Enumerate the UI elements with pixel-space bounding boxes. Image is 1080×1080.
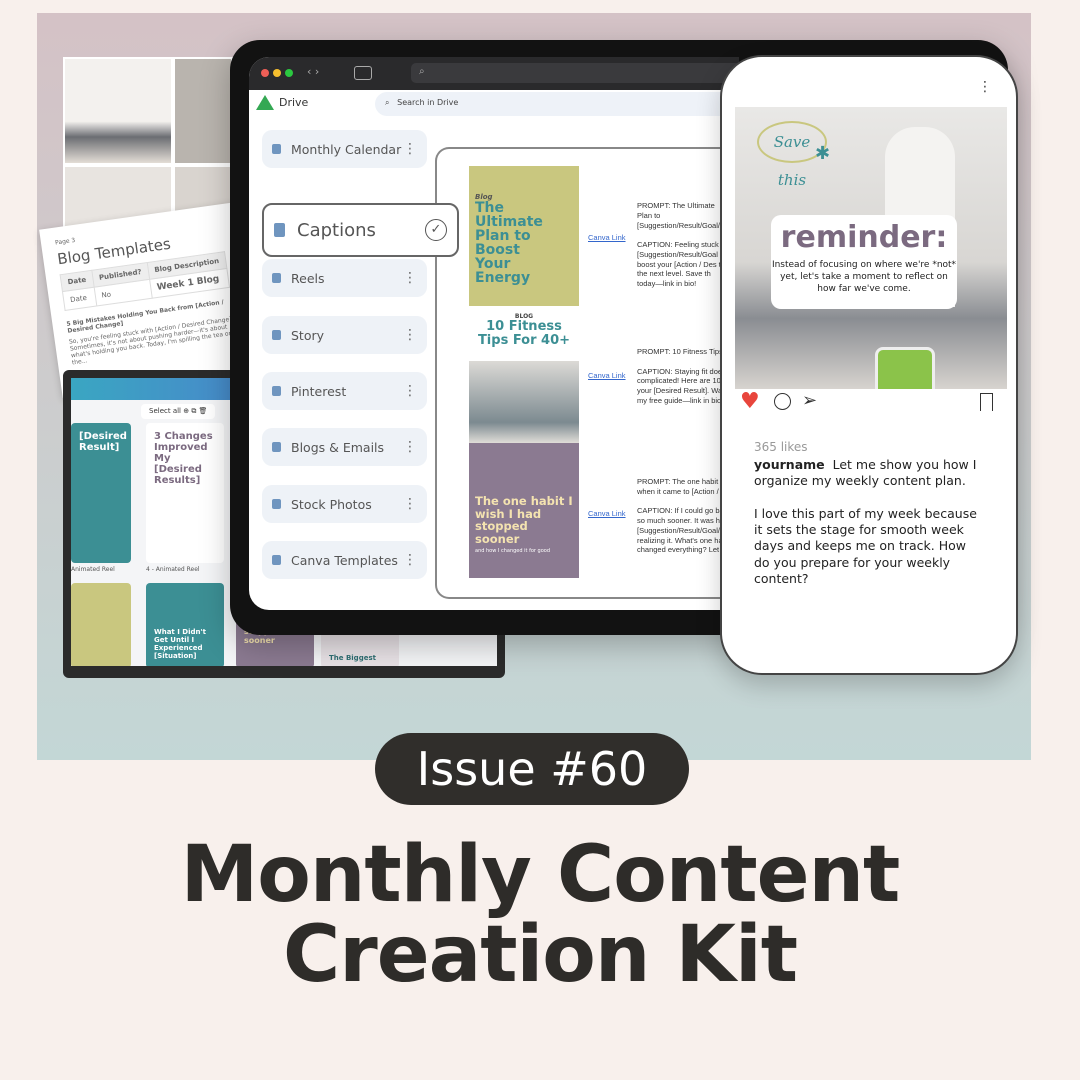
- headline-line: Creation Kit: [282, 910, 798, 1000]
- caption-text: CAPTION: Feeling stuck [Suggestion/Resul…: [637, 240, 725, 288]
- canva-link[interactable]: Canva Link: [588, 233, 626, 242]
- doc-icon: [272, 386, 281, 396]
- doc-icon: [272, 273, 281, 283]
- back-forward-icon[interactable]: ‹ ›: [307, 65, 319, 78]
- post-caption: yourname Let me show you how I organize …: [754, 457, 984, 587]
- comment-icon[interactable]: [774, 393, 791, 410]
- design-card[interactable]: What I Didn't Get Until I Experienced [S…: [146, 583, 224, 666]
- folder-blogs-emails[interactable]: Blogs & Emails ⋮: [262, 428, 427, 466]
- more-options-icon[interactable]: ⋮: [978, 79, 992, 95]
- card-title: What I Didn't Get Until I Experienced [S…: [154, 628, 206, 660]
- issue-number: Issue #60: [416, 742, 648, 796]
- doc-icon: [272, 330, 281, 340]
- more-options-icon[interactable]: ⋮: [403, 141, 417, 157]
- prompt-text: PROMPT: The one habit when it came to [A…: [637, 477, 719, 496]
- more-options-icon[interactable]: ⋮: [403, 383, 417, 399]
- address-bar[interactable]: ⌕: [411, 63, 739, 83]
- thumbnail-one-habit[interactable]: The one habit I wish I had stopped soone…: [469, 443, 579, 578]
- folder-label: Blogs & Emails: [291, 439, 385, 455]
- caption-line: I love this part of my week because it s…: [754, 505, 977, 586]
- username[interactable]: yourname: [754, 457, 825, 472]
- doc-icon: [272, 144, 281, 154]
- smoothie-glass: [875, 347, 935, 389]
- search-input[interactable]: ⌕ Search in Drive: [375, 92, 735, 116]
- instagram-post-image: Save this ✱ reminder: Instead of focusin…: [735, 107, 1007, 389]
- card-title: [Desired Result]: [79, 431, 127, 453]
- folder-monthly-calendar[interactable]: Monthly Calendar ⋮: [262, 130, 427, 168]
- blog-template-page: Page 3 Blog Templates Date Published? Blog…: [39, 201, 261, 399]
- design-card[interactable]: [71, 583, 131, 666]
- folder-canva-templates[interactable]: Canva Templates ⋮: [262, 541, 427, 579]
- card-label: 4 - Animated Reel: [146, 566, 200, 573]
- caption-text: CAPTION: Staying fit doe complicated! He…: [637, 366, 723, 405]
- drive-screen: ‹ › ⌕ Drive ⌕ Search in Drive Monthly Ca…: [249, 57, 739, 610]
- check-circle-icon[interactable]: ✓: [425, 219, 447, 241]
- minimize-window-button[interactable]: [273, 69, 281, 77]
- thumbnail-blog-energy[interactable]: Blog The Ultimate Plan to Boost Your Ener…: [469, 166, 579, 306]
- folder-label: Captions: [297, 219, 376, 241]
- doc-icon: [274, 223, 285, 237]
- canva-link[interactable]: Canva Link: [588, 371, 626, 380]
- folder-label: Canva Templates: [291, 552, 398, 568]
- more-options-icon[interactable]: ⋮: [403, 439, 417, 455]
- caption-text: CAPTION: If I could go ba so much sooner…: [637, 506, 724, 555]
- photo: [175, 59, 231, 163]
- thumb-title: The one habit I wish I had stopped soone…: [475, 494, 573, 546]
- search-placeholder: Search in Drive: [397, 98, 459, 107]
- folder-label: Stock Photos: [291, 496, 372, 512]
- folder-label: Reels: [291, 270, 325, 286]
- close-window-button[interactable]: [261, 69, 269, 77]
- folder-label: Pinterest: [291, 383, 347, 399]
- browser-toolbar: ‹ › ⌕: [249, 57, 739, 90]
- more-options-icon[interactable]: ⋮: [403, 552, 417, 568]
- doc-icon: [272, 555, 281, 565]
- card-title: The Biggest: [329, 654, 376, 662]
- prompt-text: PROMPT: 10 Fitness Tips: [637, 347, 723, 356]
- doc-icon: [272, 499, 281, 509]
- maximize-window-button[interactable]: [285, 69, 293, 77]
- card-title: 3 Changes Improved My [Desired Results]: [154, 431, 213, 486]
- design-card[interactable]: 3 Changes Improved My [Desired Results]: [146, 423, 224, 563]
- likes-count: 365 likes: [754, 440, 808, 454]
- folder-reels[interactable]: Reels ⋮: [262, 259, 427, 297]
- doc-icon: [272, 442, 281, 452]
- app-name: Drive: [279, 96, 309, 109]
- card-label: Animated Reel: [71, 566, 115, 573]
- folder-stock-photos[interactable]: Stock Photos ⋮: [262, 485, 427, 523]
- design-card[interactable]: [Desired Result]: [71, 423, 131, 563]
- document-preview: Blog The Ultimate Plan to Boost Your Ener…: [435, 147, 739, 599]
- drive-logo-icon: [256, 95, 274, 110]
- reminder-body: Instead of focusing on where we're *not*…: [771, 260, 957, 295]
- more-options-icon[interactable]: ⋮: [403, 327, 417, 343]
- more-options-icon[interactable]: ⋮: [403, 270, 417, 286]
- folder-captions-selected[interactable]: Captions ✓: [262, 203, 459, 257]
- heart-icon[interactable]: ♥: [740, 389, 760, 414]
- send-icon[interactable]: ➢: [802, 390, 817, 411]
- canva-link[interactable]: Canva Link: [588, 509, 626, 518]
- reminder-headline: reminder:: [780, 220, 948, 255]
- headline: Monthly Content Creation Kit: [0, 835, 1080, 995]
- phone-device: ⋮ Save this ✱ reminder: Instead of focus…: [720, 55, 1018, 675]
- thumb-title: The Ultimate Plan to Boost Your Energy: [475, 200, 543, 286]
- headline-line: Monthly Content: [180, 830, 901, 920]
- select-all-label: Select all: [149, 407, 181, 415]
- sidebar-toggle-icon[interactable]: [354, 66, 372, 80]
- folder-pinterest[interactable]: Pinterest ⋮: [262, 372, 427, 410]
- folder-label: Monthly Calendar: [291, 141, 402, 157]
- folder-label: Story: [291, 327, 325, 343]
- thumb-subtitle: and how I changed it for good: [475, 547, 550, 554]
- issue-badge: Issue #60: [375, 733, 689, 805]
- sparkle-icon: ✱: [815, 143, 831, 164]
- bookmark-icon[interactable]: [980, 393, 993, 411]
- select-all-button[interactable]: Select all ⊕ ⧉ 🗑: [141, 404, 216, 419]
- reminder-card: reminder: Instead of focusing on where w…: [771, 215, 957, 309]
- thumbnail-fitness-tips[interactable]: BLOG 10 Fitness Tips For 40+: [469, 306, 579, 443]
- cell: Date: [62, 287, 97, 311]
- folder-story[interactable]: Story ⋮: [262, 316, 427, 354]
- more-options-icon[interactable]: ⋮: [403, 496, 417, 512]
- thumb-title: 10 Fitness Tips For 40+: [477, 319, 571, 348]
- prompt-text: PROMPT: The Ultimate Plan to [Suggestion…: [637, 201, 720, 230]
- photo: [65, 59, 171, 163]
- drive-header: Drive ⌕ Search in Drive: [249, 90, 739, 120]
